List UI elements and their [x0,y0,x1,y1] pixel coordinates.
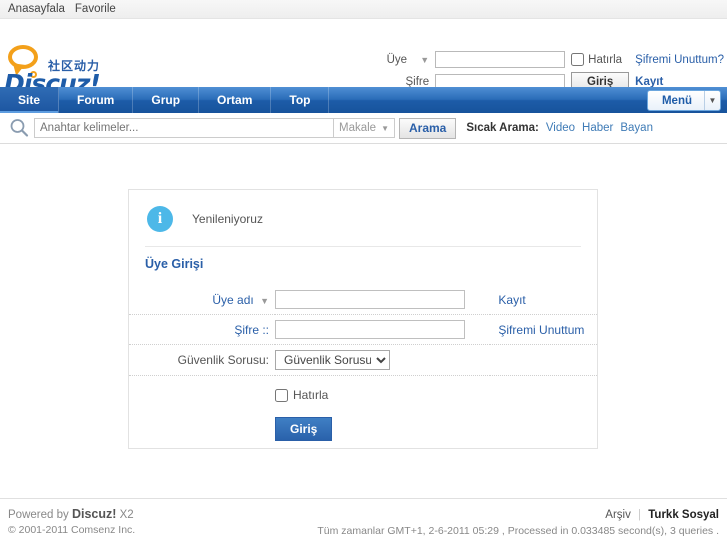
submit-trailing-spacer [490,407,597,446]
footer-right: Arşiv | Turkk Sosyal Tüm zamanlar GMT+1,… [317,509,719,537]
security-question-select[interactable]: Güvenlik Sorusu [275,350,390,370]
form-row-security-question: Güvenlik Sorusu: Güvenlik Sorusu [129,345,597,376]
nav-item-top[interactable]: Top [271,87,330,113]
hot-search-link-bayan[interactable]: Bayan [620,122,653,134]
chevron-down-icon[interactable]: ▼ [420,55,429,65]
powered-brand[interactable]: Discuz! [72,507,116,521]
chevron-down-icon: ▼ [381,123,389,133]
hot-search-link-video[interactable]: Video [546,122,575,134]
remember-cell: Hatırla [275,376,490,408]
username-input[interactable] [275,290,465,309]
chevron-down-icon[interactable]: ▼ [260,296,269,306]
register-link[interactable]: Kayıt [490,293,525,307]
notice-text: Yenileniyoruz [192,212,263,226]
footer-links: Arşiv | Turkk Sosyal [317,509,719,521]
content-area: i Yenileniyoruz Üye Girişi Üye adı ▼ Kay… [0,144,727,499]
powered-prefix: Powered by [8,509,69,521]
login-form: Üye adı ▼ Kayıt Şifre :: Şifremi Unuttum [129,285,597,446]
search-icon [8,117,30,139]
nav-item-ortam[interactable]: Ortam [199,87,272,113]
discuz-logo[interactable]: 社区动力 Discuz! [4,45,116,98]
hot-search-link-haber[interactable]: Haber [582,122,613,134]
remember-checkbox-label[interactable]: Hatırla [275,388,490,402]
archive-link[interactable]: Arşiv [605,509,631,521]
form-row-remember: Hatırla [129,376,597,408]
login-panel: i Yenileniyoruz Üye Girişi Üye adı ▼ Kay… [128,189,598,449]
submit-cell: Giriş [275,407,490,446]
copyright-text: © 2001-2011 Comsenz Inc. [8,524,136,536]
remember-checkbox[interactable] [275,388,288,402]
footer-left: Powered by Discuz! X2 © 2001-2011 Comsen… [8,507,135,536]
powered-version: X2 [119,509,134,521]
form-row-submit: Giriş [129,407,597,446]
main-navigation: Site Forum Grup Ortam Top Menü ▼ [0,87,727,113]
security-question-spacer [490,345,597,376]
header-username-input[interactable] [435,51,566,68]
hot-search-label: Sıcak Arama: [466,122,539,134]
submit-spacer [129,407,275,446]
username-input-cell [275,285,490,314]
notice-block: i Yenileniyoruz [129,190,597,246]
nav-item-site[interactable]: Site [0,87,60,113]
powered-by: Powered by Discuz! X2 [8,507,135,521]
site-name-link[interactable]: Turkk Sosyal [648,509,719,521]
site-header: 社区动力 Discuz! Üye ▼ Hatırla Şifremi Unutt… [0,19,727,98]
topbar-link-favorile[interactable]: Favorile [75,3,116,15]
topbar-link-anasayfala[interactable]: Anasayfala [8,3,65,15]
footer-stats: Tüm zamanlar GMT+1, 2-6-2011 05:29 , Pro… [317,525,719,537]
chevron-down-icon[interactable]: ▼ [704,91,720,110]
search-category-label: Makale [339,122,377,134]
header-forgot-cell: Şifremi Unuttum? [632,49,727,70]
username-link-cell: Kayıt [490,285,597,314]
footer-link-separator: | [638,509,642,521]
panel-title: Üye Girişi [145,257,204,271]
search-category-dropdown[interactable]: Makale ▼ [334,118,395,138]
username-label-text: Üye adı [212,292,254,307]
info-icon: i [147,206,173,232]
form-row-username: Üye adı ▼ Kayıt [129,285,597,314]
username-label: Üye adı ▼ [129,285,275,314]
header-remember-checkbox[interactable] [571,53,585,66]
header-remember-cell: Hatırla [568,49,632,70]
forgot-password-link[interactable]: Şifremi Unuttum [490,323,584,337]
form-row-password: Şifre :: Şifremi Unuttum [129,315,597,345]
password-input-cell [275,315,490,345]
password-link-cell: Şifremi Unuttum [490,315,597,345]
header-username-label-text: Üye [386,53,408,66]
login-submit-button[interactable]: Giriş [275,417,333,441]
header-remember-text: Hatırla [588,53,623,66]
header-username-label: Üye ▼ [384,49,433,70]
remember-spacer [129,376,275,408]
search-input[interactable] [34,118,334,138]
footer-top-row: Powered by Discuz! X2 © 2001-2011 Comsen… [8,507,719,537]
search-bar: Makale ▼ Arama Sıcak Arama: Video Haber … [0,113,727,144]
header-forgot-password-link[interactable]: Şifremi Unuttum? [635,54,724,66]
site-footer: Powered by Discuz! X2 © 2001-2011 Comsen… [0,498,727,545]
nav-item-grup[interactable]: Grup [133,87,200,113]
top-utility-bar: Anasayfala Favorile [0,0,727,19]
header-remember-checkbox-label[interactable]: Hatırla [571,53,629,66]
remember-trailing-spacer [490,376,597,408]
menu-button-label[interactable]: Menü [648,91,704,110]
search-button[interactable]: Arama [399,117,457,139]
remember-text: Hatırla [293,388,329,402]
security-question-cell: Güvenlik Sorusu [275,345,490,376]
security-question-label: Güvenlik Sorusu: [177,353,269,367]
menu-button[interactable]: Menü ▼ [646,90,721,111]
password-label: Şifre :: [234,322,269,337]
password-input[interactable] [275,320,465,339]
nav-item-forum[interactable]: Forum [59,87,134,113]
header-username-cell [432,49,568,70]
